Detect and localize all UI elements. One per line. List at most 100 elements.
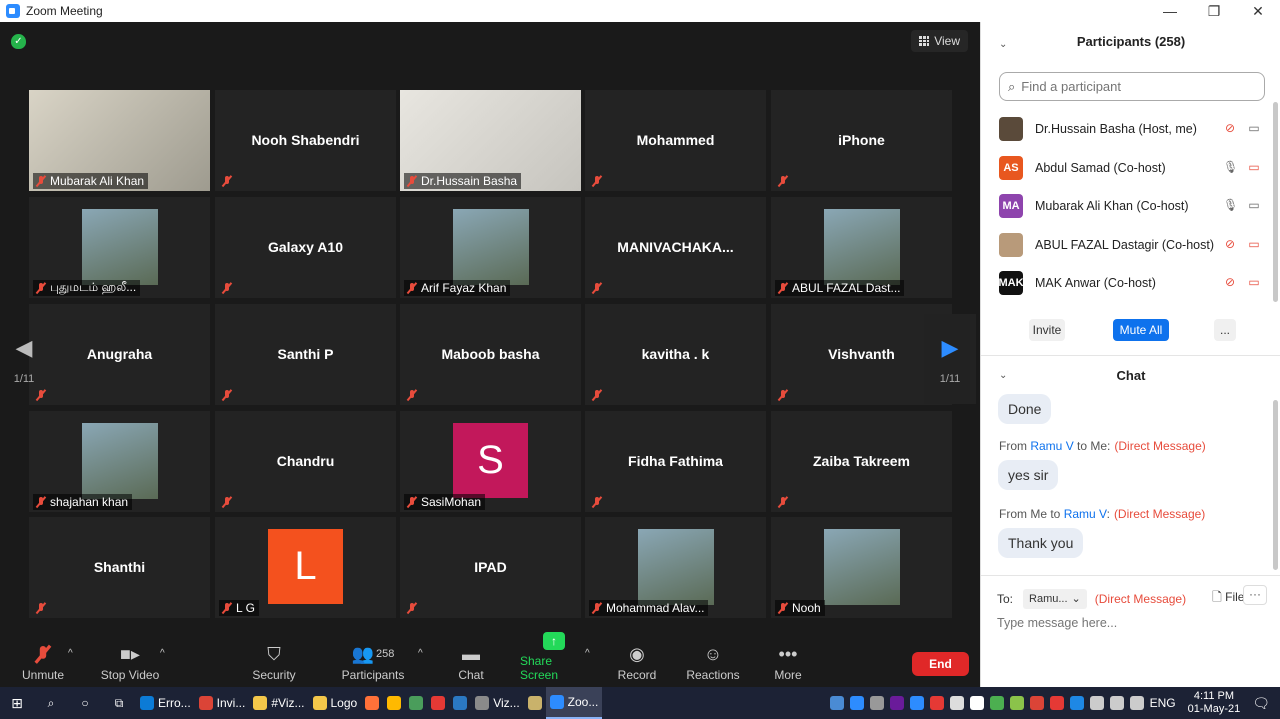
close-button[interactable]: ✕ xyxy=(1236,0,1280,22)
video-off-icon[interactable]: ▭ xyxy=(1247,275,1261,289)
more-button[interactable]: ••• More xyxy=(772,632,804,687)
taskbar-app[interactable] xyxy=(383,687,405,719)
participant-row[interactable]: MA Mubarak Ali Khan (Co-host) 🎙 ▭ xyxy=(999,187,1261,226)
chat-more-button[interactable]: ··· xyxy=(1243,585,1267,605)
taskbar-app[interactable]: #Viz... xyxy=(249,687,308,719)
participant-tile[interactable]: kavitha . k xyxy=(585,304,766,405)
participants-options-caret[interactable]: ^ xyxy=(418,648,423,659)
participant-tile[interactable]: Mohammad Alav... xyxy=(585,517,766,618)
participant-tile[interactable]: MANIVACHAKA... xyxy=(585,197,766,298)
video-off-icon[interactable]: ▭ xyxy=(1247,160,1261,174)
chrome-tray-icon[interactable] xyxy=(1029,696,1044,710)
participant-tile[interactable]: Maboob basha xyxy=(400,304,581,405)
participant-tile[interactable]: Nooh Shabendri xyxy=(215,90,396,191)
prev-page-button[interactable]: ◀ 1/11 xyxy=(8,314,40,404)
share-screen-button[interactable]: ↑ Share Screen xyxy=(520,632,588,687)
recipient-link[interactable]: Ramu V xyxy=(1064,507,1107,521)
participants-scrollbar[interactable] xyxy=(1273,102,1278,302)
volume-icon[interactable] xyxy=(1129,696,1144,710)
task-view-button[interactable]: ⧉ xyxy=(102,687,136,719)
taskbar-app[interactable] xyxy=(405,687,427,719)
video-icon[interactable]: ▭ xyxy=(1247,198,1261,212)
participant-row[interactable]: AS Abdul Samad (Co-host) 🎙 ▭ xyxy=(999,149,1261,188)
participant-row[interactable]: Dr.Hussain Basha (Host, me) ⊘ ▭ xyxy=(999,110,1261,149)
mic-icon[interactable]: 🎙 xyxy=(1223,198,1238,212)
security-tray-icon[interactable] xyxy=(969,696,984,710)
taskbar-app[interactable] xyxy=(427,687,449,719)
search-button[interactable]: ⌕ xyxy=(34,687,68,719)
taskbar-app[interactable]: Erro... xyxy=(136,687,195,719)
recipient-select[interactable]: Ramu... ⌄ xyxy=(1023,588,1087,609)
reactions-button[interactable]: ☺ Reactions xyxy=(686,632,740,687)
participant-tile[interactable]: Arif Fayaz Khan xyxy=(400,197,581,298)
notifications-icon[interactable]: 🗨 xyxy=(1252,695,1270,712)
participant-tile[interactable]: Santhi P xyxy=(215,304,396,405)
participant-tile[interactable]: IPAD xyxy=(400,517,581,618)
app-tray-icon[interactable] xyxy=(1049,696,1064,710)
view-button[interactable]: View xyxy=(911,30,968,52)
minimize-button[interactable]: — xyxy=(1148,0,1192,22)
start-button[interactable]: ⊞ xyxy=(0,687,34,719)
stop-video-button[interactable]: ■▸ Stop Video xyxy=(100,632,160,687)
restore-button[interactable]: ❐ xyxy=(1192,0,1236,22)
video-options-caret[interactable]: ^ xyxy=(160,648,165,659)
participant-tile[interactable]: Mubarak Ali Khan xyxy=(29,90,210,191)
participant-tile[interactable]: S SasiMohan xyxy=(400,411,581,512)
record-button[interactable]: ◉ Record xyxy=(617,632,657,687)
help-icon[interactable] xyxy=(829,696,844,710)
invite-button[interactable]: Invite xyxy=(1029,319,1065,341)
participant-tile[interactable]: Fidha Fathima xyxy=(585,411,766,512)
participant-tile[interactable]: Dr.Hussain Basha xyxy=(400,90,581,191)
wifi-icon[interactable] xyxy=(1089,696,1104,710)
participant-row[interactable]: MAK MAK Anwar (Co-host) ⊘ ▭ xyxy=(998,264,1261,303)
taskbar-app[interactable] xyxy=(361,687,383,719)
q-tray-icon[interactable] xyxy=(989,696,1004,710)
participant-tile[interactable]: Zaiba Takreem xyxy=(771,411,952,512)
mute-all-button[interactable]: Mute All xyxy=(1113,319,1169,341)
taskbar-app[interactable] xyxy=(524,687,546,719)
participant-tile[interactable]: Anugraha xyxy=(29,304,210,405)
video-off-icon[interactable]: ▭ xyxy=(1247,237,1261,251)
audio-options-caret[interactable]: ^ xyxy=(68,648,73,659)
camera-tray-icon[interactable] xyxy=(869,696,884,710)
participant-tile[interactable]: Shanthi xyxy=(29,517,210,618)
taskbar-app[interactable] xyxy=(449,687,471,719)
end-meeting-button[interactable]: End xyxy=(912,652,969,676)
microphone-tray-icon[interactable] xyxy=(949,696,964,710)
video-icon[interactable]: ▭ xyxy=(1247,121,1261,135)
chat-scrollbar[interactable] xyxy=(1273,400,1278,570)
encryption-shield-icon[interactable]: ✓ xyxy=(11,34,26,49)
participant-tile[interactable]: ABUL FAZAL Dast... xyxy=(771,197,952,298)
taskbar-app[interactable]: Viz... xyxy=(471,687,523,719)
cortana-button[interactable]: ○ xyxy=(68,687,102,719)
unmute-button[interactable]: Unmute xyxy=(20,632,66,687)
participant-tile[interactable]: Chandru xyxy=(215,411,396,512)
share-options-caret[interactable]: ^ xyxy=(585,648,590,659)
taskbar-app[interactable]: Invi... xyxy=(195,687,250,719)
participant-row[interactable]: ABUL FAZAL Dastagir (Co-host) ⊘ ▭ xyxy=(999,226,1261,265)
bluetooth-icon[interactable] xyxy=(1069,696,1084,710)
onenote-tray-icon[interactable] xyxy=(889,696,904,710)
mic-muted-icon[interactable]: ⊘ xyxy=(1223,275,1237,289)
participant-search[interactable]: ⌕ xyxy=(999,72,1265,101)
participant-tile[interactable]: Mohammed xyxy=(585,90,766,191)
mic-muted-icon[interactable]: ⊘ xyxy=(1223,121,1237,135)
file-button[interactable]: 🗋 File xyxy=(1212,588,1244,609)
sender-link[interactable]: Ramu V xyxy=(1030,439,1073,453)
mic-icon[interactable]: 🎙 xyxy=(1223,160,1238,174)
next-page-button[interactable]: ▶ 1/11 xyxy=(924,314,976,404)
taskbar-app[interactable]: Zoo... xyxy=(545,687,603,719)
zoom-tray-icon[interactable] xyxy=(849,696,864,710)
mic-muted-icon[interactable]: ⊘ xyxy=(1223,237,1237,251)
security-button[interactable]: ⛉ Security xyxy=(250,632,298,687)
participant-tile[interactable]: புதுமடம் ஹலீ... xyxy=(29,197,210,298)
tray-39-icon[interactable] xyxy=(1009,696,1024,710)
battery-icon[interactable] xyxy=(1109,696,1124,710)
participant-tile[interactable]: Nooh xyxy=(771,517,952,618)
zoom-chat-tray-icon[interactable] xyxy=(909,696,924,710)
recorder-tray-icon[interactable] xyxy=(929,696,944,710)
participant-tile[interactable]: LL G xyxy=(215,517,396,618)
clock[interactable]: 4:11 PM 01-May-21 xyxy=(1188,690,1241,716)
participant-search-input[interactable] xyxy=(1021,79,1242,94)
chat-message-input[interactable] xyxy=(997,616,1257,630)
